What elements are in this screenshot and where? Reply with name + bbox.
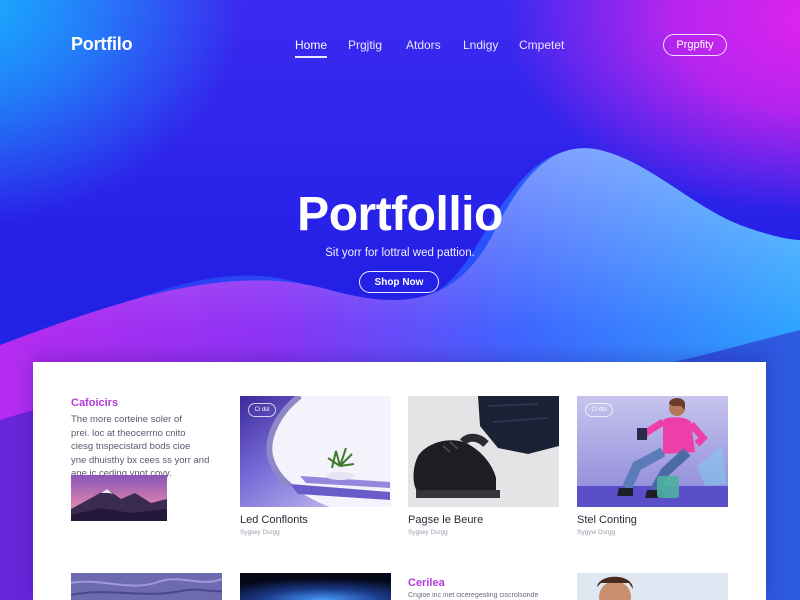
nav-item-4[interactable]: Lndigy xyxy=(463,38,498,52)
card-image-woman[interactable]: Ci dsl xyxy=(577,396,728,507)
shop-now-button[interactable]: Shop Now xyxy=(359,271,439,293)
nav-item-5[interactable]: Cmpetet xyxy=(519,38,564,52)
active-underline xyxy=(295,56,328,58)
nav-item-label: Home xyxy=(295,38,328,52)
intro-paragraph: The more corteine soler of prei. loc at … xyxy=(71,413,211,481)
card-meta: Sygiwy Dsrgg xyxy=(240,529,280,536)
nav-item-2[interactable]: Prgjtig xyxy=(348,38,382,52)
row2-image-glow[interactable] xyxy=(240,573,391,600)
card-title[interactable]: Pagse le Beure xyxy=(408,514,483,526)
intro-line: yne dhuisthy bx cees ss yorr and xyxy=(71,454,210,466)
row2-image-texture[interactable] xyxy=(71,573,222,600)
card-image-sneaker[interactable] xyxy=(408,396,559,507)
card-meta: Sygyw Dsrgg xyxy=(577,529,616,536)
intro-line: prei. loc at theocerrno cnito xyxy=(71,427,186,439)
hero-title: Portfollio xyxy=(297,188,503,241)
card-badge[interactable]: Ci dsl xyxy=(248,403,276,417)
hero-subtitle: Sit yorr for lottral wed pattion. xyxy=(325,247,475,259)
row2-text: Cngioe inc inet ciceregesting ciscrolson… xyxy=(408,592,539,599)
intro-heading: Cafoicirs xyxy=(71,397,119,409)
intro-line: The more corteine soler of xyxy=(71,414,182,425)
row2-heading: Cerilea xyxy=(408,577,445,589)
card-meta: Sygiwy Dsrgg xyxy=(408,529,448,536)
mountain-image[interactable] xyxy=(71,475,167,521)
card-image-stairs[interactable]: Ci dsl xyxy=(240,396,391,507)
card-title[interactable]: Stel Conting xyxy=(577,514,637,526)
card-badge[interactable]: Ci dsl xyxy=(585,403,613,417)
nav-item-home[interactable]: Home xyxy=(295,38,328,58)
nav-item-3[interactable]: Atdors xyxy=(406,38,441,52)
intro-line: ciesg tnspecistard bods cioe xyxy=(71,441,191,452)
row2-image-portrait[interactable] xyxy=(577,573,728,600)
nav-cta-button[interactable]: Prgpfity xyxy=(663,34,727,56)
card-title[interactable]: Led Conflonts xyxy=(240,514,308,526)
